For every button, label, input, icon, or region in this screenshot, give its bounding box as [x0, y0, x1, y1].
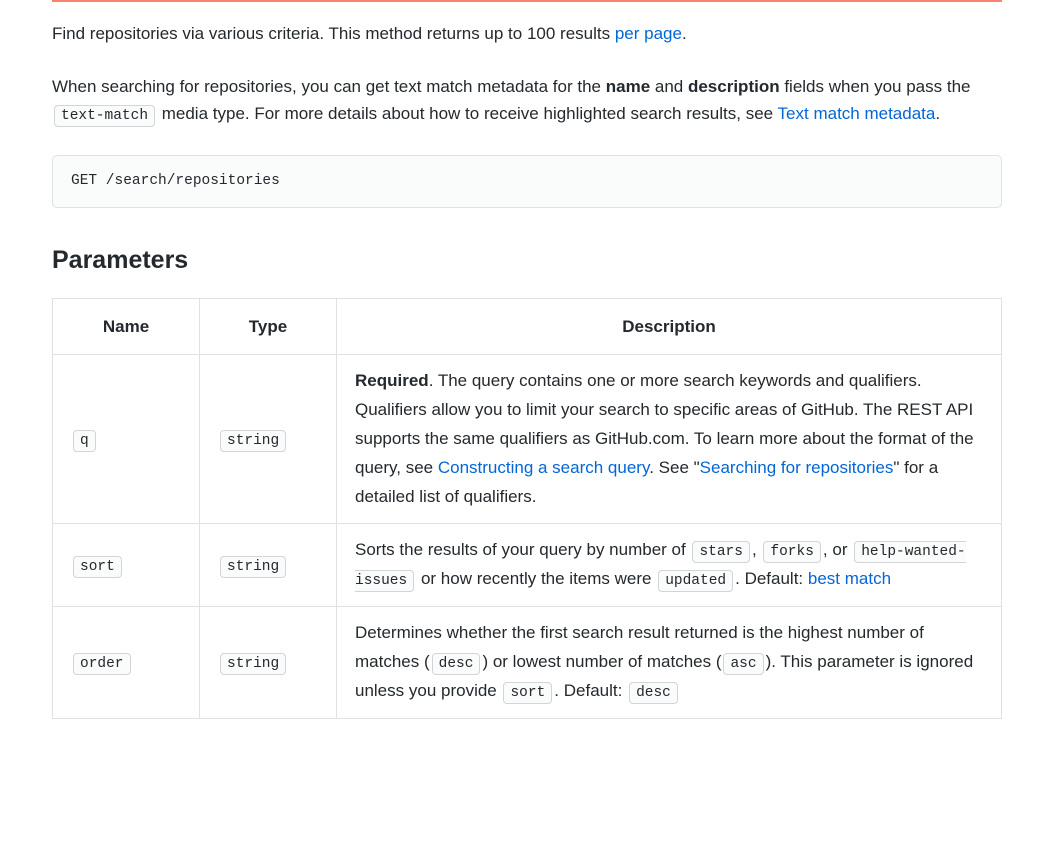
updated-code: updated	[658, 570, 733, 592]
required-label: Required	[355, 371, 429, 390]
table-row-order: order string Determines whether the firs…	[53, 607, 1002, 719]
param-name-order: order	[73, 653, 131, 675]
param-name-sort: sort	[73, 556, 122, 578]
sort-code: sort	[503, 682, 552, 704]
intro2-suffix: .	[935, 104, 940, 123]
desc-code: desc	[432, 653, 481, 675]
asc-code: asc	[723, 653, 763, 675]
table-row-q: q string Required. The query contains on…	[53, 354, 1002, 523]
intro2-part1: When searching for repositories, you can…	[52, 77, 606, 96]
intro-paragraph-2: When searching for repositories, you can…	[52, 73, 1002, 128]
stars-code: stars	[692, 541, 750, 563]
forks-code: forks	[763, 541, 821, 563]
table-header-row: Name Type Description	[53, 298, 1002, 354]
intro2-part4: media type. For more details about how t…	[157, 104, 778, 123]
default-desc-code: desc	[629, 682, 678, 704]
per-page-link[interactable]: per page	[615, 24, 682, 43]
param-type-sort: string	[220, 556, 286, 578]
th-type: Type	[200, 298, 337, 354]
param-desc-order: Determines whether the first search resu…	[337, 607, 1002, 719]
th-name: Name	[53, 298, 200, 354]
param-type-q: string	[220, 430, 286, 452]
top-border	[52, 0, 1002, 2]
text-match-code: text-match	[54, 105, 155, 127]
param-name-q: q	[73, 430, 96, 452]
parameters-table: Name Type Description q string Required.…	[52, 298, 1002, 719]
param-desc-sort: Sorts the results of your query by numbe…	[337, 524, 1002, 607]
intro-paragraph-1: Find repositories via various criteria. …	[52, 20, 1002, 47]
intro2-part3: fields when you pass the	[780, 77, 971, 96]
endpoint-code-block: GET /search/repositories	[52, 155, 1002, 208]
name-strong: name	[606, 77, 650, 96]
best-match-link[interactable]: best match	[808, 569, 891, 588]
intro-text: Find repositories via various criteria. …	[52, 24, 615, 43]
parameters-heading: Parameters	[52, 240, 1002, 280]
constructing-query-link[interactable]: Constructing a search query	[438, 458, 649, 477]
param-type-order: string	[220, 653, 286, 675]
searching-repos-link[interactable]: Searching for repositories	[700, 458, 894, 477]
th-description: Description	[337, 298, 1002, 354]
table-row-sort: sort string Sorts the results of your qu…	[53, 524, 1002, 607]
intro-text-suffix: .	[682, 24, 687, 43]
intro2-part2: and	[650, 77, 688, 96]
param-desc-q: Required. The query contains one or more…	[337, 354, 1002, 523]
text-match-metadata-link[interactable]: Text match metadata	[778, 104, 936, 123]
description-strong: description	[688, 77, 780, 96]
